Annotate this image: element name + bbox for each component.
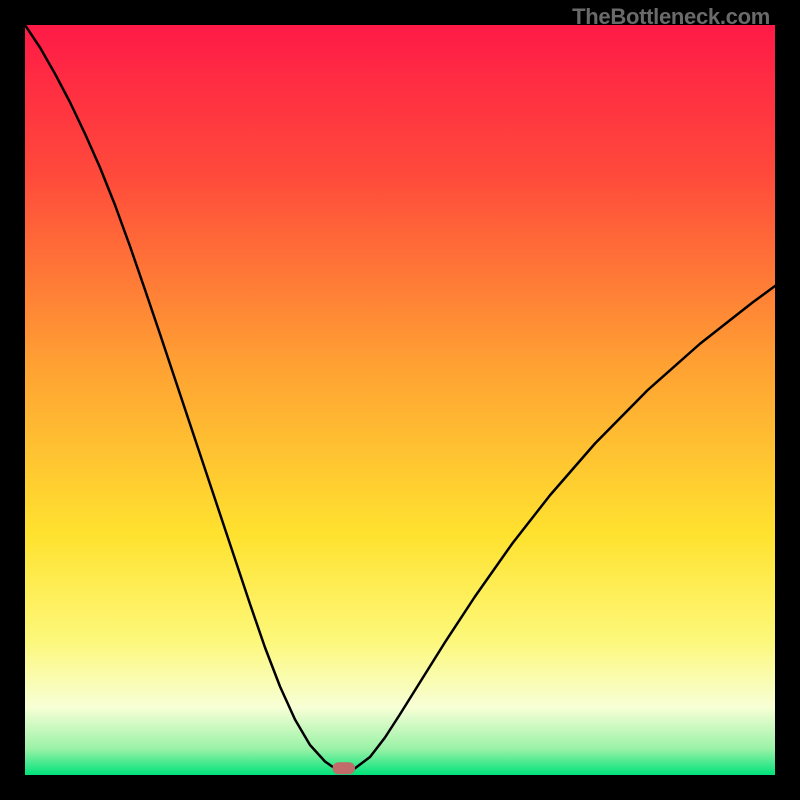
chart-frame: TheBottleneck.com xyxy=(0,0,800,800)
plot-area xyxy=(25,25,775,775)
gradient-background xyxy=(25,25,775,775)
chart-svg xyxy=(25,25,775,775)
min-marker xyxy=(333,762,356,774)
